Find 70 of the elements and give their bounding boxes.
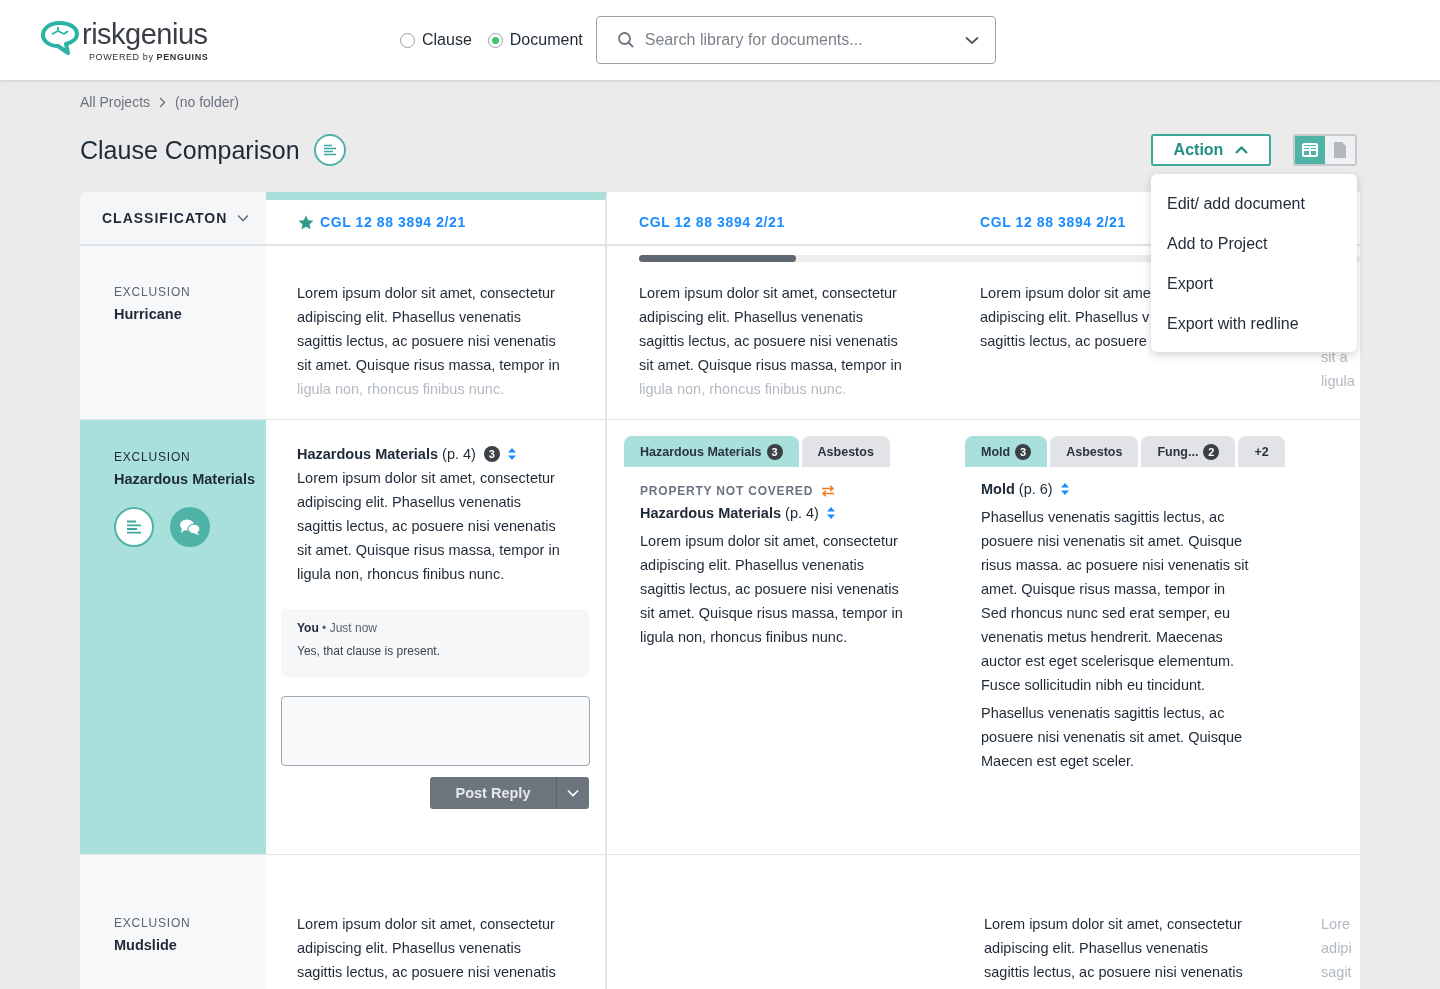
- clause-heading: Hazardous Materials (p. 4): [297, 446, 476, 462]
- clause-text: Phasellus venenatis sagittis lectus, ac posuere nisi venenatis sit amet. Quisque Maecen est eget sceler.: [981, 704, 1244, 771]
- menu-item[interactable]: Edit/ add document: [1151, 184, 1357, 224]
- post-options-button[interactable]: [557, 777, 589, 809]
- clause-text: Lorem ipsum dolor sit amet, consectetur adipiscing elit. Phasellus venenatis sagittis lectus, ac posuere nisi venenatis sit amet. Quisque risus massa, tempor in ligula non, rhoncus finibus nunc.: [639, 284, 902, 399]
- clause-text: Phasellus venenatis sagittis lectus, ac posuere nisi venenatis sit amet. Quisque risus massa. ac posuere nisi venenatis sit amet. Quisque risus massa, tempor in Sed rhoncus nunc sed erat semper, eu venenatis metus hendrerit. Maecenas auctor est eget scelerisque elementum. Fusce sollicitudin nibh eu tincidunt.: [981, 508, 1250, 695]
- clause-heading: Hazardous Materials (p. 4): [640, 505, 819, 521]
- sort-icon[interactable]: [507, 448, 516, 460]
- action-button[interactable]: Action: [1151, 134, 1271, 166]
- menu-item[interactable]: Export with redline: [1151, 304, 1357, 344]
- clause-text: Lorem ipsum dolor sit amet, consectetur adipiscing elit. Phasellus venenatis sagittis lectus, ac posuere nisi venenatis: [984, 915, 1243, 982]
- comment-meta: You • Just now: [297, 621, 378, 635]
- classification-name: Mudslide: [114, 937, 177, 953]
- comments-button[interactable]: [170, 507, 210, 547]
- text-lines-button[interactable]: [313, 134, 346, 166]
- breadcrumb-link[interactable]: All Projects: [80, 94, 151, 110]
- clause-tab[interactable]: +2: [1238, 436, 1285, 467]
- clause-text: Lorem ipsum dolor sit amet, consectetur adipiscing elit. Phasellus venenatis sagittis lectus, ac posuere nisi venenatis sit amet. Quisque risus massa, tempor in ligula non, rhoncus finibus nunc.: [297, 469, 560, 584]
- clause-text: Lore adipi sagit: [1321, 915, 1352, 982]
- clause-text: Lorem ipsum dolor sit amet, consectetur adipiscing elit. Phasellus venenatis sagittis lectus, ac posuere nisi venenatis: [297, 915, 556, 982]
- clause-tab[interactable]: Fung... 2: [1141, 436, 1236, 467]
- table-view-button[interactable]: [1295, 136, 1325, 164]
- status-label: PROPERTY NOT COVERED: [640, 484, 814, 498]
- text-lines-button[interactable]: [114, 507, 154, 547]
- chevron-down-icon: [964, 35, 979, 45]
- text-lines-icon: [322, 144, 337, 156]
- table-icon: [1302, 143, 1318, 157]
- post-reply-button[interactable]: Post Reply: [430, 777, 557, 809]
- clause-text: Lorem ipsum dolor sit amet, consectetur adipiscing elit. Phasellus venenatis sagittis lectus, ac posuere nisi venenatis sit amet. Quisque risus massa, tempor in ligula non, rhoncus finibus nunc.: [297, 284, 560, 399]
- clause-text: sit a ligula: [1321, 348, 1355, 391]
- search-mode-radio[interactable]: Document: [487, 31, 583, 49]
- category-label: EXCLUSION: [114, 450, 191, 464]
- logo-wordmark: riskgenius: [82, 18, 209, 50]
- document-view-button[interactable]: [1325, 136, 1355, 164]
- clause-tab[interactable]: Asbestos: [801, 436, 890, 467]
- comment-text: Yes, that clause is present.: [297, 644, 441, 658]
- chevron-up-icon: [1235, 146, 1249, 154]
- document-icon: [1334, 142, 1346, 158]
- search-icon: [616, 31, 635, 49]
- classification-name: Hazardous Materials: [114, 471, 256, 487]
- count-badge: 3: [483, 446, 500, 462]
- page-title: Clause Comparison: [80, 135, 300, 165]
- swap-arrows-icon[interactable]: [821, 485, 836, 497]
- chevron-right-icon: [159, 96, 167, 108]
- chat-bubbles-icon: [179, 518, 201, 536]
- chevron-down-icon: [237, 214, 250, 222]
- menu-item[interactable]: Export: [1151, 264, 1357, 304]
- menu-item[interactable]: Add to Project: [1151, 224, 1357, 264]
- clause-tab[interactable]: Mold 3: [965, 436, 1048, 467]
- category-label: EXCLUSION: [114, 285, 191, 299]
- clause-text: Lorem ipsum dolor sit amet, consectetur adipiscing elit. Phasellus venenatis sagittis lectus, ac posuere nisi venenatis sit amet. Quisque risus massa, tempor in ligula non, rhoncus finibus nunc.: [640, 532, 904, 647]
- breadcrumb-link[interactable]: (no folder): [175, 94, 239, 110]
- clause-tab[interactable]: Asbestos: [1050, 436, 1139, 467]
- logo-tagline: POWERED by PENGUINS: [89, 52, 209, 62]
- clause-heading: Mold (p. 6): [981, 481, 1053, 497]
- text-lines-icon: [126, 520, 142, 534]
- clause-text: Lorem ipsum dolor sit ame adipiscing elit. Phasellus v sagittis lectus, ac posuere: [980, 284, 1151, 351]
- category-label: EXCLUSION: [114, 916, 191, 930]
- classification-name: Hurricane: [114, 306, 182, 322]
- search-field[interactable]: Search library for documents...: [595, 16, 996, 64]
- horizontal-scrollbar[interactable]: [639, 255, 1360, 262]
- chevron-down-icon: [567, 789, 579, 797]
- reply-field[interactable]: [281, 696, 590, 766]
- sort-icon[interactable]: [1060, 483, 1069, 495]
- search-mode-radio[interactable]: Clause: [400, 31, 472, 49]
- speech-bubble-logo-icon: [40, 20, 80, 56]
- classification-dropdown[interactable]: CLASSIFICATON: [80, 192, 266, 244]
- sort-icon[interactable]: [826, 507, 835, 519]
- clause-tab[interactable]: Hazardous Materials 3: [624, 436, 799, 467]
- search-input[interactable]: Search library for documents...: [642, 30, 957, 50]
